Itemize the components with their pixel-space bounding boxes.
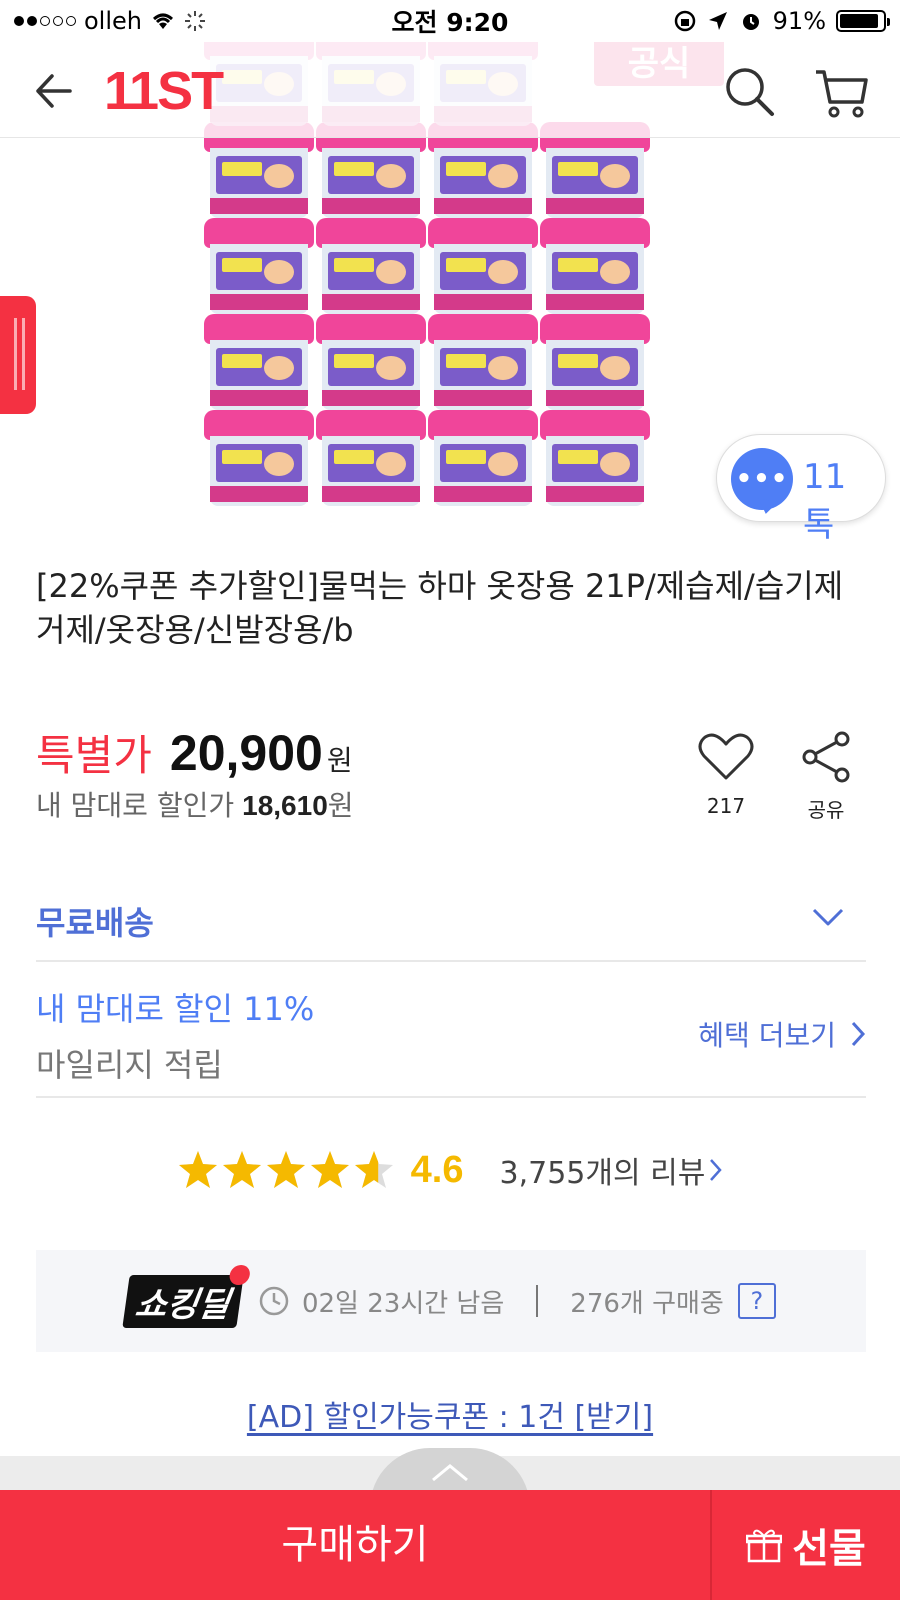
side-drawer-tab[interactable] (0, 296, 36, 414)
chevron-right-icon (851, 1021, 866, 1047)
alarm-clock-icon (742, 14, 759, 30)
star-icon (178, 1151, 217, 1188)
heart-icon (698, 733, 754, 780)
status-bar: olleh 오전 9:20 91% (0, 0, 900, 42)
bottom-action-bar: 구매하기 선물 (0, 1490, 900, 1600)
product-box (316, 314, 426, 412)
chevron-right-icon (710, 1159, 723, 1181)
like-button[interactable]: 217 (694, 732, 758, 822)
discount-price-row: 내 맘대로 할인가 18,610 원 (36, 784, 354, 824)
deal-buyer-count: 276개 구매중 (570, 1288, 724, 1319)
star-icon (310, 1151, 349, 1188)
star-icon (266, 1151, 305, 1188)
product-box (540, 410, 650, 508)
battery-icon (836, 10, 890, 32)
clock-icon (259, 1286, 289, 1316)
benefit-more-link[interactable]: 혜택 더보기 (698, 1014, 866, 1054)
location-arrow-icon (708, 12, 727, 30)
benefit-mileage: 마일리지 적립 (36, 1046, 223, 1084)
special-price-label: 특별가 (36, 731, 152, 780)
price-value: 20,900 (169, 725, 323, 781)
shipping-row[interactable]: 무료배송 (36, 880, 866, 962)
rating-value: 4.6 (410, 1148, 464, 1191)
rating-stars (177, 1149, 395, 1191)
cart-icon[interactable] (812, 64, 872, 120)
gift-icon (746, 1529, 783, 1563)
product-box (428, 218, 538, 316)
chevron-down-icon (812, 908, 844, 926)
star-icon (354, 1151, 393, 1188)
product-title: [22%쿠폰 추가할인]물먹는 하마 옷장용 21P/제습제/습기제거제/옷장용… (36, 567, 844, 649)
price-row: 특별가 20,900 원 (36, 722, 353, 783)
product-box (204, 314, 314, 412)
discount-price-label: 내 맘대로 할인가 (36, 789, 235, 822)
share-icon (802, 731, 850, 783)
discount-price-currency: 원 (327, 789, 354, 822)
site-logo[interactable]: 11ST (104, 60, 224, 122)
deal-divider (536, 1285, 539, 1317)
shipping-label: 무료배송 (36, 904, 154, 942)
review-count: 3,755개의 리뷰 (499, 1156, 706, 1191)
status-right: 91% (673, 7, 890, 35)
talk-label: 11 톡 (803, 457, 847, 545)
product-box (204, 218, 314, 316)
product-box (316, 218, 426, 316)
chat-bubble-icon: ••• (731, 448, 793, 510)
shocking-deal-box: 쇼킹딜 02일 23시간 남음 276개 구매중 ? (36, 1250, 866, 1352)
battery-percent: 91% (772, 7, 826, 35)
search-icon[interactable] (722, 64, 778, 120)
chevron-up-icon (432, 1464, 468, 1482)
share-label: 공유 (807, 798, 845, 822)
price-currency: 원 (326, 744, 353, 777)
discount-price-value: 18,610 (242, 790, 328, 821)
product-box (204, 410, 314, 508)
help-button[interactable]: ? (737, 1283, 776, 1319)
top-header: 11ST (0, 42, 900, 138)
product-box (428, 410, 538, 508)
coupon-link[interactable]: [AD] 할인가능쿠폰 : 1건 [받기] (0, 1392, 900, 1436)
like-count: 217 (706, 794, 746, 818)
talk-chat-button[interactable]: ••• 11 톡 (716, 434, 886, 545)
benefit-more-label: 혜택 더보기 (698, 1019, 836, 1052)
product-box (540, 218, 650, 316)
star-icon (222, 1151, 261, 1188)
product-box (540, 314, 650, 412)
shocking-deal-logo: 쇼킹딜 (122, 1274, 244, 1328)
coupon-text: [AD] 할인가능쿠폰 : 1건 [받기] (246, 1400, 654, 1435)
deal-time-left: 02일 23시간 남음 (301, 1288, 505, 1319)
buy-button[interactable]: 구매하기 (0, 1490, 712, 1600)
benefit-block: 내 맘대로 할인 11% 마일리지 적립 혜택 더보기 (36, 962, 866, 1098)
rotation-lock-icon (674, 10, 695, 32)
gift-label: 선물 (792, 1526, 866, 1572)
review-link[interactable]: 3,755개의 리뷰 (500, 1148, 724, 1192)
share-button[interactable]: 공유 (794, 730, 858, 822)
back-arrow-icon[interactable] (30, 66, 80, 116)
product-box (316, 410, 426, 508)
rating-row: 4.6 3,755개의 리뷰 (0, 1142, 900, 1198)
product-box (428, 314, 538, 412)
gift-button[interactable]: 선물 (712, 1490, 900, 1600)
benefit-discount: 내 맘대로 할인 11% (36, 990, 315, 1028)
